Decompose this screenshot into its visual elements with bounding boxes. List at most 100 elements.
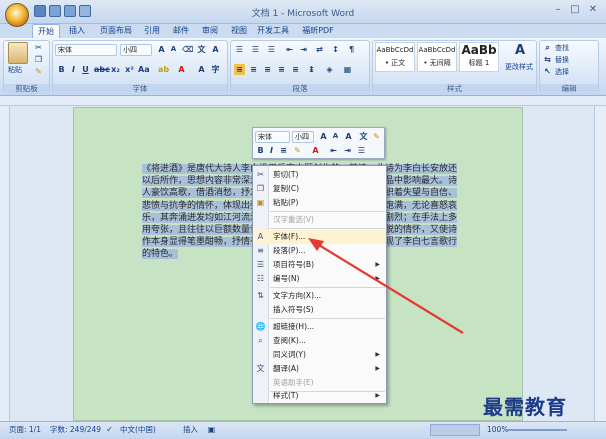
format-painter-icon[interactable]: ✎ — [371, 131, 382, 142]
tab-references[interactable]: 引用 — [138, 24, 166, 38]
status-zoom[interactable]: 100% — [487, 422, 508, 438]
replace-button[interactable]: 替换 — [555, 55, 569, 65]
zoom-slider[interactable] — [507, 429, 567, 431]
close-button[interactable]: ✕ — [585, 3, 601, 16]
grow-font-icon[interactable]: A — [156, 44, 167, 55]
paragraph-group-label: 段落 — [231, 84, 369, 94]
tab-view[interactable]: 视图 — [225, 24, 253, 38]
bullets-icon[interactable]: ☰ — [356, 145, 367, 156]
proofing-icon[interactable]: ✓ — [104, 424, 115, 435]
font-size-select[interactable]: 小四 — [120, 44, 152, 56]
paste-icon[interactable] — [8, 42, 28, 64]
style-no-spacing[interactable]: AaBbCcDd • 无间隔 — [417, 42, 457, 72]
menu-item-translate[interactable]: 文翻译(A) ▶ — [253, 362, 386, 376]
select-button[interactable]: 选择 — [555, 67, 569, 77]
status-language[interactable]: 中文(中国) — [120, 422, 156, 438]
status-word-count[interactable]: 字数: 249/249 — [50, 422, 101, 438]
macro-record-icon[interactable]: ▣ — [206, 424, 217, 435]
style-heading-1[interactable]: AaBb 标题 1 — [459, 42, 499, 72]
underline-icon[interactable]: U — [80, 64, 91, 75]
tab-developer[interactable]: 开发工具 — [253, 24, 293, 38]
cut-icon[interactable]: ✂ — [33, 42, 44, 53]
status-page[interactable]: 页面: 1/1 — [9, 422, 41, 438]
align-right-icon[interactable]: ≡ — [262, 64, 273, 75]
shading-icon[interactable]: ◈ — [324, 64, 335, 75]
tab-review[interactable]: 审阅 — [196, 24, 224, 38]
submenu-arrow-icon: ▶ — [375, 392, 380, 399]
decrease-indent-icon[interactable]: ⇤ — [328, 145, 339, 156]
phonetic-guide-icon[interactable]: 文 — [196, 44, 207, 55]
character-border-icon[interactable]: A — [210, 44, 221, 55]
change-case-icon[interactable]: Aa — [138, 64, 150, 75]
italic-icon[interactable]: I — [68, 64, 79, 75]
numbering-icon[interactable]: ☰ — [250, 44, 261, 55]
change-styles-icon[interactable]: A — [511, 43, 529, 59]
replace-icon[interactable]: ⇆ — [542, 54, 553, 65]
justify-icon[interactable]: ≡ — [276, 64, 287, 75]
tab-page-layout[interactable]: 页面布局 — [96, 24, 136, 38]
copy-icon[interactable]: ❐ — [33, 54, 44, 65]
bullets-icon[interactable]: ☰ — [234, 44, 245, 55]
font-name-select[interactable]: 宋体 — [55, 44, 117, 56]
tab-foxit-pdf[interactable]: 福昕PDF — [297, 24, 339, 38]
align-left-icon[interactable]: ≡ — [234, 64, 245, 75]
find-button[interactable]: 查找 — [555, 43, 569, 53]
center-icon[interactable]: ≡ — [278, 145, 289, 156]
maximize-button[interactable]: □ — [567, 3, 583, 16]
font-color-icon[interactable]: A — [310, 145, 321, 156]
menu-item-synonyms[interactable]: 同义词(Y) ▶ — [253, 348, 386, 362]
status-insert-mode[interactable]: 插入 — [183, 422, 198, 438]
italic-icon[interactable]: I — [266, 145, 277, 156]
view-buttons[interactable] — [430, 424, 480, 436]
copy-icon: ❐ — [256, 184, 265, 193]
strikethrough-icon[interactable]: abc — [94, 64, 110, 75]
highlight-icon[interactable]: ab — [158, 64, 169, 75]
format-painter-icon[interactable]: ✎ — [33, 66, 44, 77]
character-shading-icon[interactable]: A — [196, 64, 207, 75]
line-spacing-icon[interactable]: ↨ — [306, 64, 317, 75]
annotation-arrow-head — [308, 238, 324, 251]
vertical-scrollbar[interactable] — [594, 106, 606, 421]
menu-item-copy[interactable]: ❐ 复制(C) — [253, 182, 386, 196]
grow-font-icon[interactable]: A — [318, 131, 329, 142]
chinese-layout-icon[interactable]: ⇄ — [314, 44, 325, 55]
clear-format-icon[interactable]: ⌫ — [182, 44, 193, 55]
mini-font-select[interactable]: 宋体 — [255, 131, 290, 143]
tab-mailings[interactable]: 邮件 — [167, 24, 195, 38]
tab-home[interactable]: 开始 — [32, 24, 60, 38]
office-button[interactable] — [5, 3, 29, 27]
menu-item-styles[interactable]: 样式(T) ▶ — [253, 389, 386, 403]
tab-insert[interactable]: 插入 — [64, 24, 90, 38]
change-styles-button[interactable]: 更改样式 — [503, 62, 535, 72]
superscript-icon[interactable]: x² — [124, 64, 135, 75]
decrease-indent-icon[interactable]: ⇤ — [284, 44, 295, 55]
multilevel-list-icon[interactable]: ☰ — [266, 44, 277, 55]
mini-size-select[interactable]: 小四 — [292, 131, 314, 143]
highlight-icon[interactable]: ✎ — [292, 145, 303, 156]
paste-button[interactable]: 粘贴 — [8, 65, 30, 75]
shrink-font-icon[interactable]: A — [330, 131, 341, 142]
menu-item-english-assistant: 英语助手(E) — [253, 376, 386, 390]
subscript-icon[interactable]: x₂ — [110, 64, 121, 75]
shrink-font-icon[interactable]: A — [168, 44, 179, 55]
increase-indent-icon[interactable]: ⇥ — [342, 145, 353, 156]
distributed-icon[interactable]: ≡ — [290, 64, 301, 75]
minimize-button[interactable]: – — [550, 3, 566, 16]
show-marks-icon[interactable]: ¶ — [346, 44, 357, 55]
style-normal[interactable]: AaBbCcDd • 正文 — [375, 42, 415, 72]
find-icon[interactable]: ⌕ — [542, 42, 553, 53]
sort-icon[interactable]: ↕ — [330, 44, 341, 55]
submenu-arrow-icon: ▶ — [375, 365, 380, 372]
menu-item-cut[interactable]: ✂ 剪切(T) — [253, 168, 386, 182]
phonetic-guide-icon[interactable]: 文 — [358, 131, 369, 142]
align-center-icon[interactable]: ≡ — [248, 64, 259, 75]
select-icon[interactable]: ↖ — [542, 66, 553, 77]
increase-indent-icon[interactable]: ⇥ — [298, 44, 309, 55]
menu-item-paste[interactable]: ▣ 粘贴(P) — [253, 196, 386, 210]
enclose-characters-icon[interactable]: 字 — [210, 64, 221, 75]
font-color-icon[interactable]: A — [176, 64, 187, 75]
bold-icon[interactable]: B — [255, 145, 266, 156]
bold-icon[interactable]: B — [56, 64, 67, 75]
styles-icon[interactable]: A — [343, 131, 354, 142]
borders-icon[interactable]: ▦ — [342, 64, 353, 75]
